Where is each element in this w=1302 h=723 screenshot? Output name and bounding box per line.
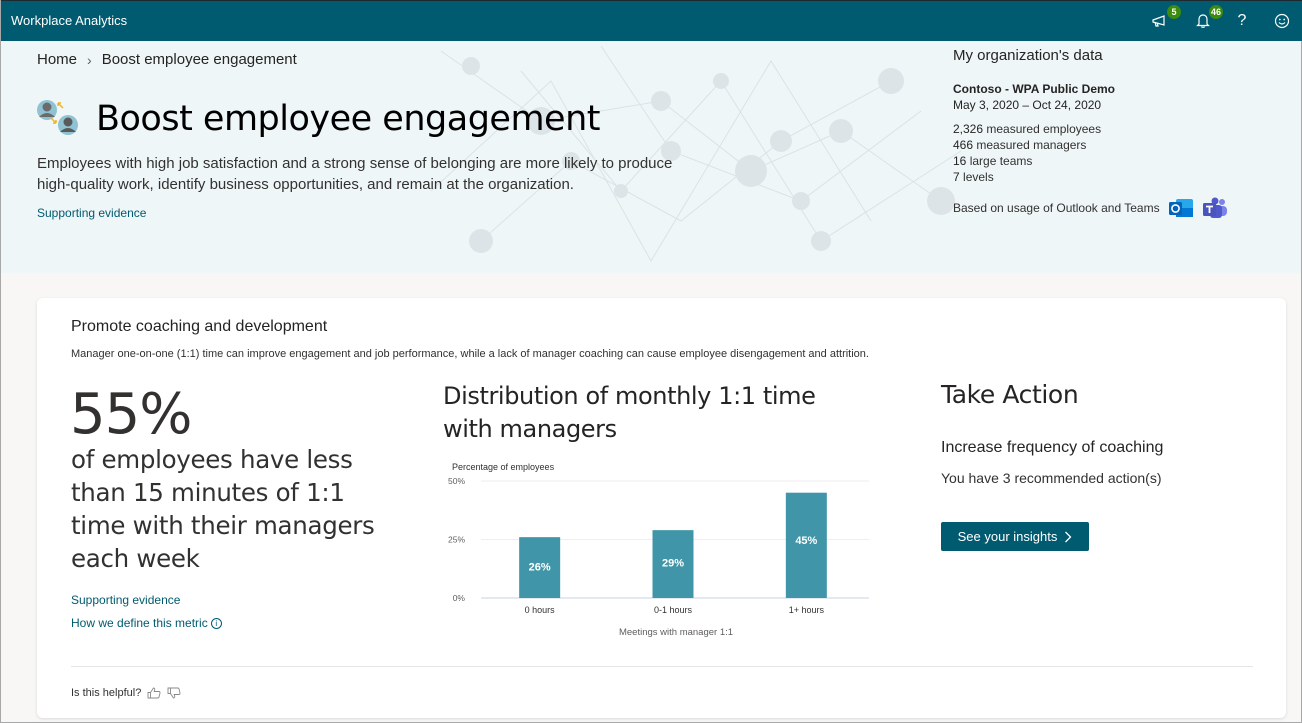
teams-icon — [1202, 197, 1227, 218]
thumbs-up-icon[interactable] — [147, 687, 161, 699]
feedback-button[interactable] — [1270, 9, 1294, 33]
see-insights-button[interactable]: See your insights — [941, 522, 1089, 551]
app-title: Workplace Analytics — [11, 13, 128, 28]
coaching-insight-card: Promote coaching and development Manager… — [37, 298, 1286, 718]
bar-data-label: 45% — [795, 535, 817, 547]
notifications-button[interactable]: 46 — [1191, 5, 1223, 33]
breadcrumb-current: Boost employee engagement — [101, 51, 297, 68]
feedback-prompt: Is this helpful? — [71, 687, 142, 699]
top-bar: Workplace Analytics 5 46 ? — [1, 0, 1302, 41]
page-title: Boost employee engagement — [96, 99, 600, 139]
x-tick-label: 0-1 hours — [654, 605, 693, 615]
thumbs-down-icon[interactable] — [167, 687, 181, 699]
announcements-button[interactable]: 5 — [1149, 5, 1181, 33]
info-icon: i — [210, 618, 222, 629]
y-tick-label: 0% — [453, 593, 466, 603]
help-icon: ? — [1237, 12, 1247, 29]
hero-description: Employees with high job satisfaction and… — [37, 155, 673, 193]
breadcrumb: Home › Boost employee engagement — [37, 51, 297, 68]
hero-banner: Home › Boost employee engagement Boost e… — [1, 41, 1301, 273]
hero-supporting-evidence-link[interactable]: Supporting evidence — [37, 206, 146, 220]
org-date-range: May 3, 2020 – Oct 24, 2020 — [953, 98, 1102, 112]
x-axis-label: Meetings with manager 1:1 — [619, 627, 733, 638]
breadcrumb-chevron-icon: › — [87, 51, 92, 68]
bar-data-label: 29% — [662, 557, 684, 569]
org-stat-employees: 2,326 measured employees — [953, 122, 1102, 136]
see-insights-label: See your insights — [957, 529, 1058, 544]
outlook-icon — [1168, 199, 1193, 217]
org-name: Contoso - WPA Public Demo — [953, 82, 1115, 96]
org-stat-managers: 466 measured managers — [953, 138, 1087, 152]
recommended-actions-count: You have 3 recommended action(s) — [941, 470, 1162, 486]
org-stat-levels: 7 levels — [953, 170, 994, 184]
announcements-badge: 5 — [1167, 5, 1181, 19]
x-tick-label: 0 hours — [525, 605, 556, 615]
breadcrumb-home[interactable]: Home — [37, 51, 77, 68]
feedback-row: Is this helpful? — [71, 687, 181, 699]
x-tick-label: 1+ hours — [789, 605, 825, 615]
data-source-text: Based on usage of Outlook and Teams — [953, 201, 1160, 215]
define-metric-link[interactable]: How we define this metric i — [71, 616, 222, 630]
chart-title: Distribution of monthly 1:1 time with ma… — [443, 382, 816, 443]
org-data-panel: My organization's data Contoso - WPA Pub… — [953, 47, 1273, 219]
engagement-people-icon — [37, 100, 78, 135]
org-data-source: Based on usage of Outlook and Teams — [953, 197, 1273, 219]
define-metric-label: How we define this metric — [71, 616, 208, 630]
help-button[interactable]: ? — [1230, 9, 1254, 33]
card-divider — [71, 666, 1253, 667]
y-tick-label: 25% — [448, 535, 465, 545]
org-data-heading: My organization's data — [953, 47, 1103, 64]
card-title: Promote coaching and development — [71, 318, 328, 335]
card-subtitle: Manager one-on-one (1:1) time can improv… — [71, 348, 869, 360]
bell-icon — [1196, 14, 1210, 28]
y-tick-label: 50% — [448, 476, 465, 486]
action-subtitle: Increase frequency of coaching — [941, 439, 1164, 456]
distribution-bar-chart: Percentage of employees 0% 25% 50% 26% 29% 4… — [448, 462, 869, 638]
supporting-evidence-link[interactable]: Supporting evidence — [71, 593, 180, 607]
org-stat-teams: 16 large teams — [953, 154, 1033, 168]
bar-data-label: 26% — [529, 561, 551, 573]
notifications-badge: 46 — [1208, 5, 1223, 19]
smiley-feedback-icon — [1274, 13, 1290, 29]
take-action-heading: Take Action — [941, 380, 1079, 409]
y-axis-label: Percentage of employees — [452, 462, 555, 472]
metric-value: 55% — [70, 382, 192, 447]
metric-description: of employees have less than 15 minutes o… — [71, 445, 375, 573]
megaphone-icon — [1152, 15, 1165, 27]
chevron-right-icon — [1065, 531, 1072, 542]
